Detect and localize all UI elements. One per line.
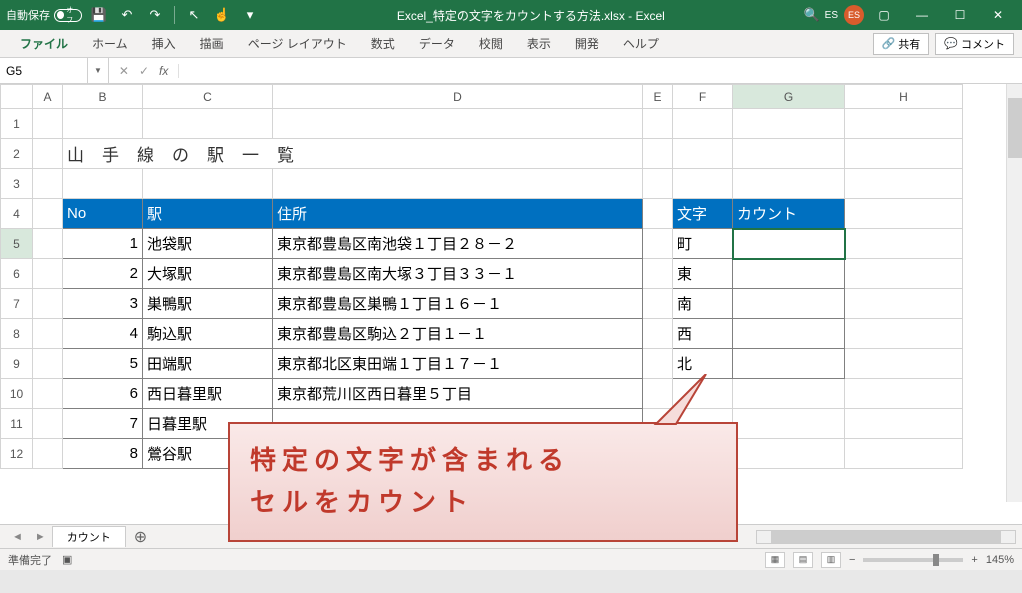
row-header[interactable]: 1 <box>1 109 33 139</box>
tab-view[interactable]: 表示 <box>515 30 563 58</box>
zoom-in-button[interactable]: + <box>971 554 977 566</box>
table-header-station: 駅 <box>143 199 273 229</box>
annotation-callout: 特定の文字が含まれる セルをカウント <box>228 422 738 542</box>
record-macro-icon[interactable]: ▣ <box>62 553 72 566</box>
cursor-icon[interactable]: ↖ <box>183 4 205 26</box>
zoom-out-button[interactable]: − <box>849 554 855 566</box>
add-sheet-button[interactable]: ⊕ <box>126 527 155 547</box>
tab-data[interactable]: データ <box>407 30 467 58</box>
row-header[interactable]: 6 <box>1 259 33 289</box>
tab-formulas[interactable]: 数式 <box>359 30 407 58</box>
col-header[interactable]: B <box>63 85 143 109</box>
col-header[interactable]: C <box>143 85 273 109</box>
autosave-toggle[interactable]: 自動保存 オフ <box>6 7 82 23</box>
ribbon-display-icon[interactable]: ▢ <box>866 0 902 30</box>
horizontal-scrollbar[interactable] <box>756 530 1016 544</box>
tab-page-layout[interactable]: ページ レイアウト <box>236 30 359 58</box>
table-header-address: 住所 <box>273 199 643 229</box>
row-header[interactable]: 7 <box>1 289 33 319</box>
fx-icon[interactable]: fx <box>159 64 179 78</box>
row-header[interactable]: 4 <box>1 199 33 229</box>
tab-review[interactable]: 校閲 <box>467 30 515 58</box>
callout-line2: セルをカウント <box>250 482 716 524</box>
tab-insert[interactable]: 挿入 <box>140 30 188 58</box>
zoom-slider[interactable] <box>863 558 963 562</box>
name-box-dropdown[interactable]: ▼ <box>88 58 109 83</box>
maximize-button[interactable]: ☐ <box>942 0 978 30</box>
sheet-title: 山手線の駅一覧 <box>63 139 643 169</box>
table-header-no: No <box>63 199 143 229</box>
row-header[interactable]: 12 <box>1 439 33 469</box>
name-box[interactable]: G5 <box>0 58 88 83</box>
qat-dropdown-icon[interactable]: ▾ <box>239 4 261 26</box>
normal-view-icon[interactable]: ▦ <box>765 552 785 568</box>
title-bar: 自動保存 オフ 💾 ↶ ↷ ↖ ☝ ▾ Excel_特定の文字をカウントする方法… <box>0 0 1022 30</box>
close-button[interactable]: ✕ <box>980 0 1016 30</box>
quick-access-toolbar: 自動保存 オフ 💾 ↶ ↷ ↖ ☝ ▾ <box>6 4 261 26</box>
autosave-label: 自動保存 <box>6 7 50 23</box>
vertical-scrollbar[interactable] <box>1006 84 1022 502</box>
tab-help[interactable]: ヘルプ <box>611 30 671 58</box>
share-icon: 🔗 <box>882 37 896 50</box>
row-header[interactable]: 2 <box>1 139 33 169</box>
page-break-view-icon[interactable]: ▥ <box>821 552 841 568</box>
ribbon-tabs: ファイル ホーム 挿入 描画 ページ レイアウト 数式 データ 校閲 表示 開発… <box>0 30 1022 58</box>
col-header[interactable]: H <box>845 85 963 109</box>
row-header[interactable]: 3 <box>1 169 33 199</box>
sheet-nav-next[interactable]: ► <box>29 531 52 543</box>
zoom-level[interactable]: 145% <box>986 554 1014 566</box>
undo-icon[interactable]: ↶ <box>116 4 138 26</box>
comment-icon: 💬 <box>944 37 958 50</box>
tab-developer[interactable]: 開発 <box>563 30 611 58</box>
tab-file[interactable]: ファイル <box>8 30 80 58</box>
row-header[interactable]: 11 <box>1 409 33 439</box>
window-title: Excel_特定の文字をカウントする方法.xlsx - Excel <box>261 7 801 24</box>
row-header[interactable]: 10 <box>1 379 33 409</box>
select-all-corner[interactable] <box>1 85 33 109</box>
col-header[interactable]: F <box>673 85 733 109</box>
touch-icon[interactable]: ☝ <box>211 4 233 26</box>
status-ready: 準備完了 <box>8 552 52 568</box>
enter-icon[interactable]: ✓ <box>139 64 149 78</box>
col-header[interactable]: G <box>733 85 845 109</box>
tab-home[interactable]: ホーム <box>80 30 140 58</box>
col-header[interactable]: D <box>273 85 643 109</box>
callout-tail <box>596 374 716 434</box>
page-layout-view-icon[interactable]: ▤ <box>793 552 813 568</box>
table-header-count: カウント <box>733 199 845 229</box>
col-header[interactable]: A <box>33 85 63 109</box>
tab-draw[interactable]: 描画 <box>188 30 236 58</box>
sheet-nav-prev[interactable]: ◄ <box>6 531 29 543</box>
row-header[interactable]: 5 <box>1 229 33 259</box>
selected-cell[interactable] <box>733 229 845 259</box>
search-icon[interactable]: 🔍 <box>801 4 823 26</box>
toggle-pill: オフ <box>54 9 82 22</box>
save-icon[interactable]: 💾 <box>88 4 110 26</box>
user-avatar[interactable]: ES <box>844 5 864 25</box>
cancel-icon[interactable]: ✕ <box>119 64 129 78</box>
share-button[interactable]: 🔗共有 <box>873 33 930 55</box>
col-header[interactable]: E <box>643 85 673 109</box>
comment-button[interactable]: 💬コメント <box>935 33 1014 55</box>
user-initials: ES <box>825 10 838 21</box>
status-bar: 準備完了 ▣ ▦ ▤ ▥ − + 145% <box>0 548 1022 570</box>
row-header[interactable]: 9 <box>1 349 33 379</box>
sheet-tab[interactable]: カウント <box>52 526 126 547</box>
redo-icon[interactable]: ↷ <box>144 4 166 26</box>
table-header-char: 文字 <box>673 199 733 229</box>
row-header[interactable]: 8 <box>1 319 33 349</box>
callout-line1: 特定の文字が含まれる <box>250 440 716 482</box>
minimize-button[interactable]: — <box>904 0 940 30</box>
formula-bar: G5 ▼ ✕ ✓ fx <box>0 58 1022 84</box>
